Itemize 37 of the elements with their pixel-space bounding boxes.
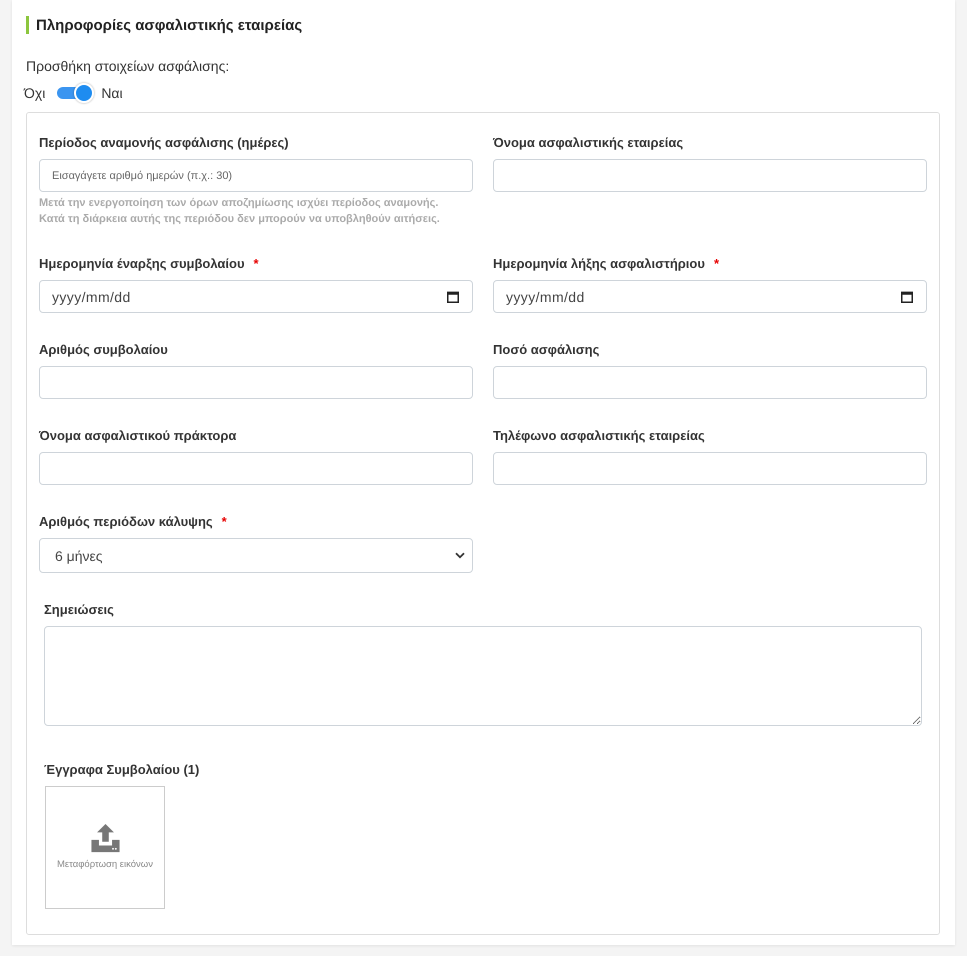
required-asterisk: * [222, 514, 227, 528]
field-label: Αριθμός περιόδων κάλυψης [39, 514, 213, 528]
field-label: Σημειώσεις [44, 602, 114, 616]
text-field[interactable] [493, 452, 927, 485]
field-label: Περίοδος αναμονής ασφάλισης (ημέρες) [39, 134, 289, 150]
help-text: Μετά την ενεργοποίηση των όρων αποζημίωσης ισχύει περίοδος αναμονής. [39, 196, 438, 211]
text-field[interactable] [493, 159, 927, 192]
on-label: Ναι [101, 85, 123, 101]
text-field[interactable] [493, 366, 927, 399]
text-field[interactable]: Εισαγάγετε αριθμό ημερών (π.χ.: 30) [39, 159, 473, 192]
toggle-switch[interactable] [56, 83, 94, 103]
field-label: Όνομα ασφαλιστικού πράκτορα [39, 428, 236, 442]
notes-textarea[interactable] [44, 626, 922, 726]
chevron-down-icon [455, 552, 465, 559]
calendar-icon[interactable] [901, 290, 913, 302]
date-field[interactable]: yyyy/mm/dd [39, 280, 473, 313]
required-asterisk: * [714, 256, 719, 270]
text-field[interactable] [39, 452, 473, 485]
documents-label: Έγγραφα Συμβολαίου (1) [44, 762, 200, 776]
text-field[interactable] [39, 366, 473, 399]
date-field[interactable]: yyyy/mm/dd [493, 280, 927, 313]
upload-icon [90, 823, 120, 853]
section-title: Πληροφορίες ασφαλιστικής εταιρείας [36, 16, 302, 34]
field-label: Αριθμός συμβολαίου [39, 342, 168, 356]
field-label: Ημερομηνία έναρξης συμβολαίου [39, 256, 245, 270]
dropdown-select[interactable]: 6 μήνες [39, 538, 473, 573]
accent-bar [26, 16, 29, 34]
calendar-icon[interactable] [447, 290, 459, 302]
upload-button[interactable]: Μεταφόρτωση εικόνων [45, 786, 165, 909]
help-text: Κατά τη διάρκεια αυτής της περιόδου δεν μπορούν να υποβληθούν αιτήσεις. [39, 212, 440, 227]
toggle-question: Προσθήκη στοιχείων ασφάλισης: [26, 57, 230, 76]
field-label: Όνομα ασφαλιστικής εταιρείας [493, 134, 684, 150]
field-label: Τηλέφωνο ασφαλιστικής εταιρείας [493, 428, 705, 442]
field-label: Ημερομηνία λήξης ασφαλιστήριου [493, 256, 705, 270]
field-label: Ποσό ασφάλισης [493, 342, 600, 356]
required-asterisk: * [254, 256, 259, 270]
off-label: Όχι [24, 85, 46, 101]
